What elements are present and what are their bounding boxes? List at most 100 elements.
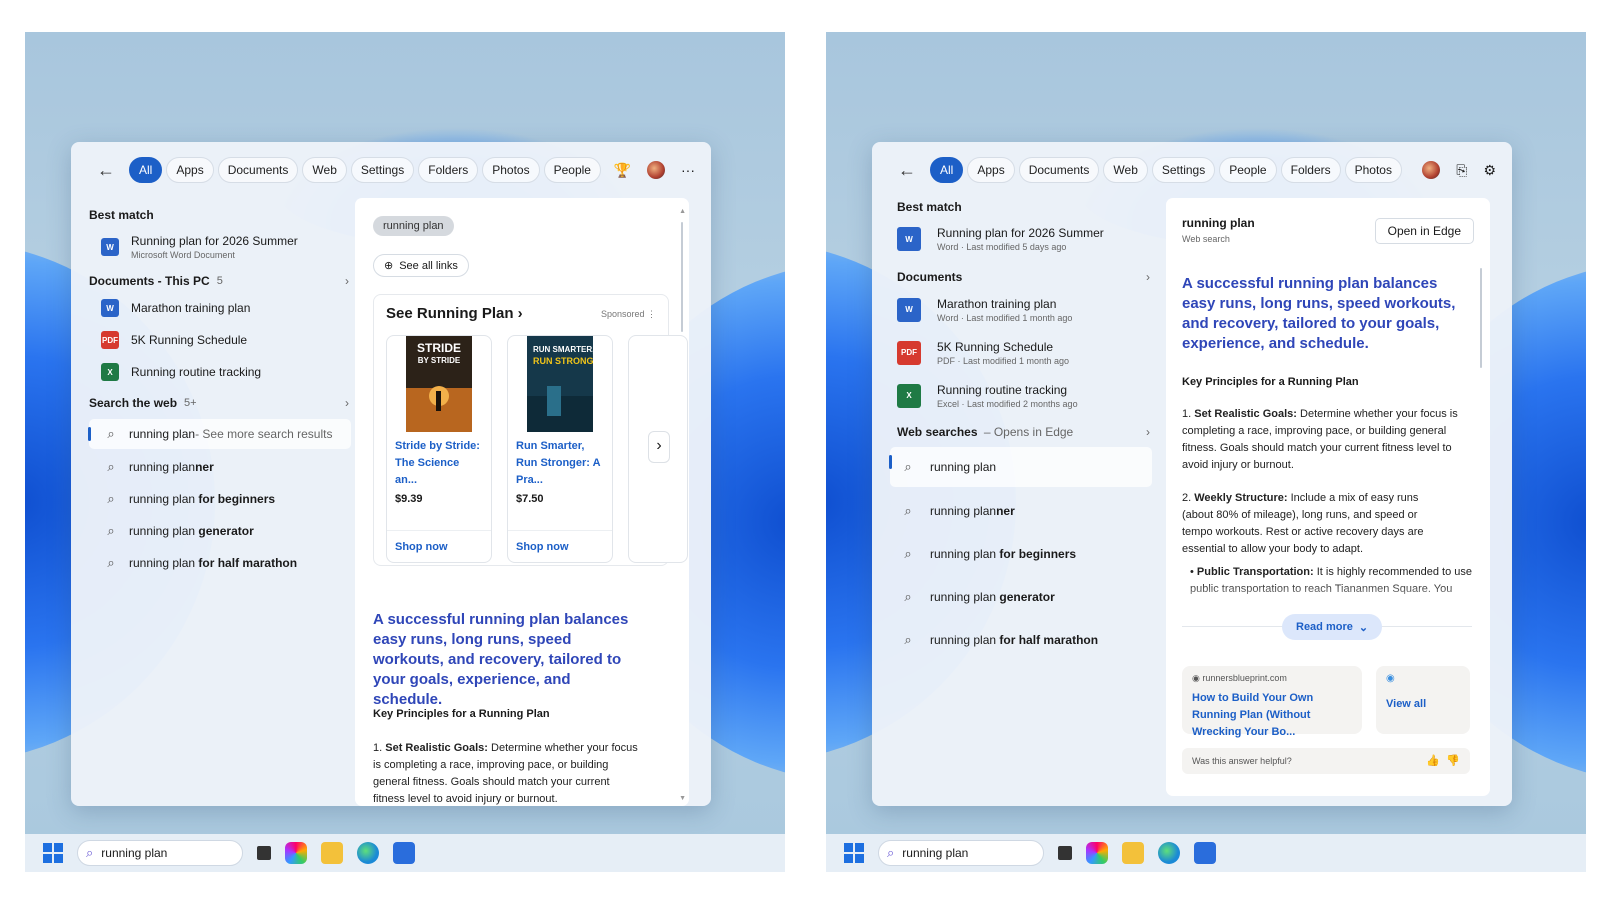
windows-start-icon[interactable] [844, 843, 864, 863]
back-arrow-icon[interactable]: ← [898, 160, 926, 181]
file-explorer-icon[interactable] [321, 842, 343, 864]
shop-now-link[interactable]: Shop now [387, 530, 491, 562]
source-title[interactable]: How to Build Your Own Running Plan (With… [1192, 690, 1352, 741]
suggestion-item[interactable]: ⌕ running plan generator [89, 515, 351, 547]
tab-settings[interactable]: Settings [350, 157, 415, 183]
view-all-card[interactable]: ◉ View all [1376, 666, 1470, 734]
scroll-up-arrow[interactable]: ▲ [679, 208, 686, 215]
section-documents[interactable]: Documents - This PC 5 › [89, 270, 351, 292]
taskbar-search-box[interactable]: ⌕ running plan [878, 840, 1044, 866]
windows-start-icon[interactable] [43, 843, 63, 863]
tab-folders[interactable]: Folders [1280, 157, 1341, 183]
suggestion-item[interactable]: ⌕ running plan for half marathon [89, 547, 351, 579]
store-icon[interactable] [393, 842, 415, 864]
principle-1: 1. Set Realistic Goals: Determine whethe… [373, 742, 638, 805]
taskbar-search-text: running plan [902, 846, 969, 860]
thumbs-up-icon[interactable]: 👍 [1426, 754, 1440, 767]
web-result-selected[interactable]: ⌕ running plan - See more search results [88, 419, 351, 449]
svg-text:RUN SMARTER,: RUN SMARTER, [533, 345, 593, 354]
thumbs-down-icon[interactable]: 👎 [1446, 754, 1460, 767]
document-item[interactable]: PDF 5K Running Schedule [89, 324, 351, 356]
product-card[interactable]: STRIDE BY STRIDE Stride by Stride: The S… [386, 335, 492, 563]
tab-photos[interactable]: Photos [1344, 157, 1402, 183]
taskbar-search-box[interactable]: ⌕ running plan [77, 840, 243, 866]
suggestion-item[interactable]: ⌕ running plan ner [890, 489, 1152, 532]
suggestion-prefix: running plan [930, 589, 997, 604]
document-item[interactable]: W Marathon training plan [89, 292, 351, 324]
source-logo-icon: ◉ [1386, 673, 1395, 684]
carousel-next-button[interactable]: › [648, 431, 670, 463]
word-doc-icon: W [101, 299, 119, 317]
product-title[interactable]: Stride by Stride: The Science an... [387, 438, 491, 489]
filter-bar: ← All Apps Documents Web Settings People… [872, 156, 1512, 184]
search-icon: ⌕ [904, 631, 912, 647]
task-view-icon[interactable] [1058, 846, 1072, 860]
web-section-hint: – Opens in Edge [980, 425, 1074, 439]
suggestion-item[interactable]: ⌕ running plan for beginners [89, 483, 351, 515]
document-title: 5K Running Schedule [131, 333, 248, 347]
query-chip[interactable]: running plan [373, 216, 454, 236]
task-view-icon[interactable] [257, 846, 271, 860]
shopping-title[interactable]: See Running Plan › [386, 305, 523, 322]
back-arrow-icon[interactable]: ← [97, 160, 125, 181]
gear-icon[interactable]: ⚙ [1483, 162, 1496, 179]
scrollbar-thumb[interactable] [681, 222, 683, 332]
view-all-link[interactable]: View all [1386, 698, 1460, 710]
copilot-icon[interactable] [285, 842, 307, 864]
tab-apps[interactable]: Apps [166, 157, 214, 183]
edge-icon[interactable] [357, 842, 379, 864]
section-documents[interactable]: Documents › [897, 266, 1152, 288]
web-result-selected[interactable]: ⌕ running plan [889, 447, 1152, 487]
web-query-hint: - See more search results [195, 427, 333, 441]
more-options-icon[interactable]: ··· [681, 162, 695, 178]
document-item[interactable]: W Marathon training plan Word · Last modi… [890, 288, 1152, 331]
tab-documents[interactable]: Documents [1018, 157, 1100, 183]
product-title[interactable]: Run Smarter, Run Stronger: A Pra... [508, 438, 612, 489]
open-in-edge-button[interactable]: Open in Edge [1374, 218, 1474, 244]
copilot-icon[interactable] [1086, 842, 1108, 864]
product-price: $9.39 [395, 493, 423, 505]
tab-web[interactable]: Web [302, 157, 347, 183]
see-all-links-button[interactable]: ⊕ See all links [373, 254, 469, 277]
tab-photos[interactable]: Photos [482, 157, 540, 183]
document-item[interactable]: X Running routine tracking [89, 356, 351, 388]
tab-people[interactable]: People [1219, 157, 1277, 183]
tab-apps[interactable]: Apps [967, 157, 1015, 183]
tab-all[interactable]: All [930, 157, 964, 183]
suggestion-item[interactable]: ⌕ running plan generator [890, 575, 1152, 618]
document-item[interactable]: X Running routine tracking Excel · Last m… [890, 374, 1152, 417]
suggestion-item[interactable]: ⌕ running plan for beginners [890, 532, 1152, 575]
tab-folders[interactable]: Folders [418, 157, 479, 183]
section-web-searches[interactable]: Web searches – Opens in Edge › [897, 421, 1152, 443]
file-explorer-icon[interactable] [1122, 842, 1144, 864]
edge-icon[interactable] [1158, 842, 1180, 864]
tab-documents[interactable]: Documents [217, 157, 299, 183]
document-item[interactable]: PDF 5K Running Schedule PDF · Last modifi… [890, 331, 1152, 374]
avatar[interactable] [647, 161, 665, 179]
best-match-item[interactable]: W Running plan for 2026 Summer Microsoft… [89, 226, 351, 268]
tab-settings[interactable]: Settings [1151, 157, 1216, 183]
read-more-button[interactable]: Read more ⌄ [1282, 614, 1383, 640]
principle-2: 2. Weekly Structure: Include a mix of ea… [1182, 492, 1424, 555]
search-icon: ⌕ [107, 555, 115, 570]
avatar[interactable] [1422, 161, 1441, 179]
scrollbar-thumb[interactable] [1480, 268, 1482, 368]
source-card[interactable]: ◉ runnersblueprint.com How to Build Your… [1182, 666, 1362, 738]
tab-people[interactable]: People [543, 157, 601, 183]
section-search-web[interactable]: Search the web 5+ › [89, 392, 351, 414]
best-match-item[interactable]: W Running plan for 2026 Summer Word · La… [890, 218, 1152, 260]
product-card[interactable]: RUN SMARTER, RUN STRONGER Run Smarter, R… [507, 335, 613, 563]
suggestion-item[interactable]: ⌕ running plan for half marathon [890, 618, 1152, 661]
tab-all[interactable]: All [129, 157, 163, 183]
word-doc-icon: W [101, 238, 119, 256]
search-icon: ⌕ [904, 459, 912, 474]
scroll-down-arrow[interactable]: ▼ [679, 795, 686, 802]
trophy-icon[interactable]: 🏆 [614, 162, 631, 179]
document-title: 5K Running Schedule [937, 339, 1054, 354]
tab-web[interactable]: Web [1103, 157, 1148, 183]
store-icon[interactable] [1194, 842, 1216, 864]
shop-now-link[interactable]: Shop now [508, 530, 612, 562]
globe-icon: ⊕ [384, 260, 394, 272]
share-icon[interactable]: ⎘ [1456, 162, 1467, 179]
suggestion-item[interactable]: ⌕ running plan ner [89, 451, 351, 483]
